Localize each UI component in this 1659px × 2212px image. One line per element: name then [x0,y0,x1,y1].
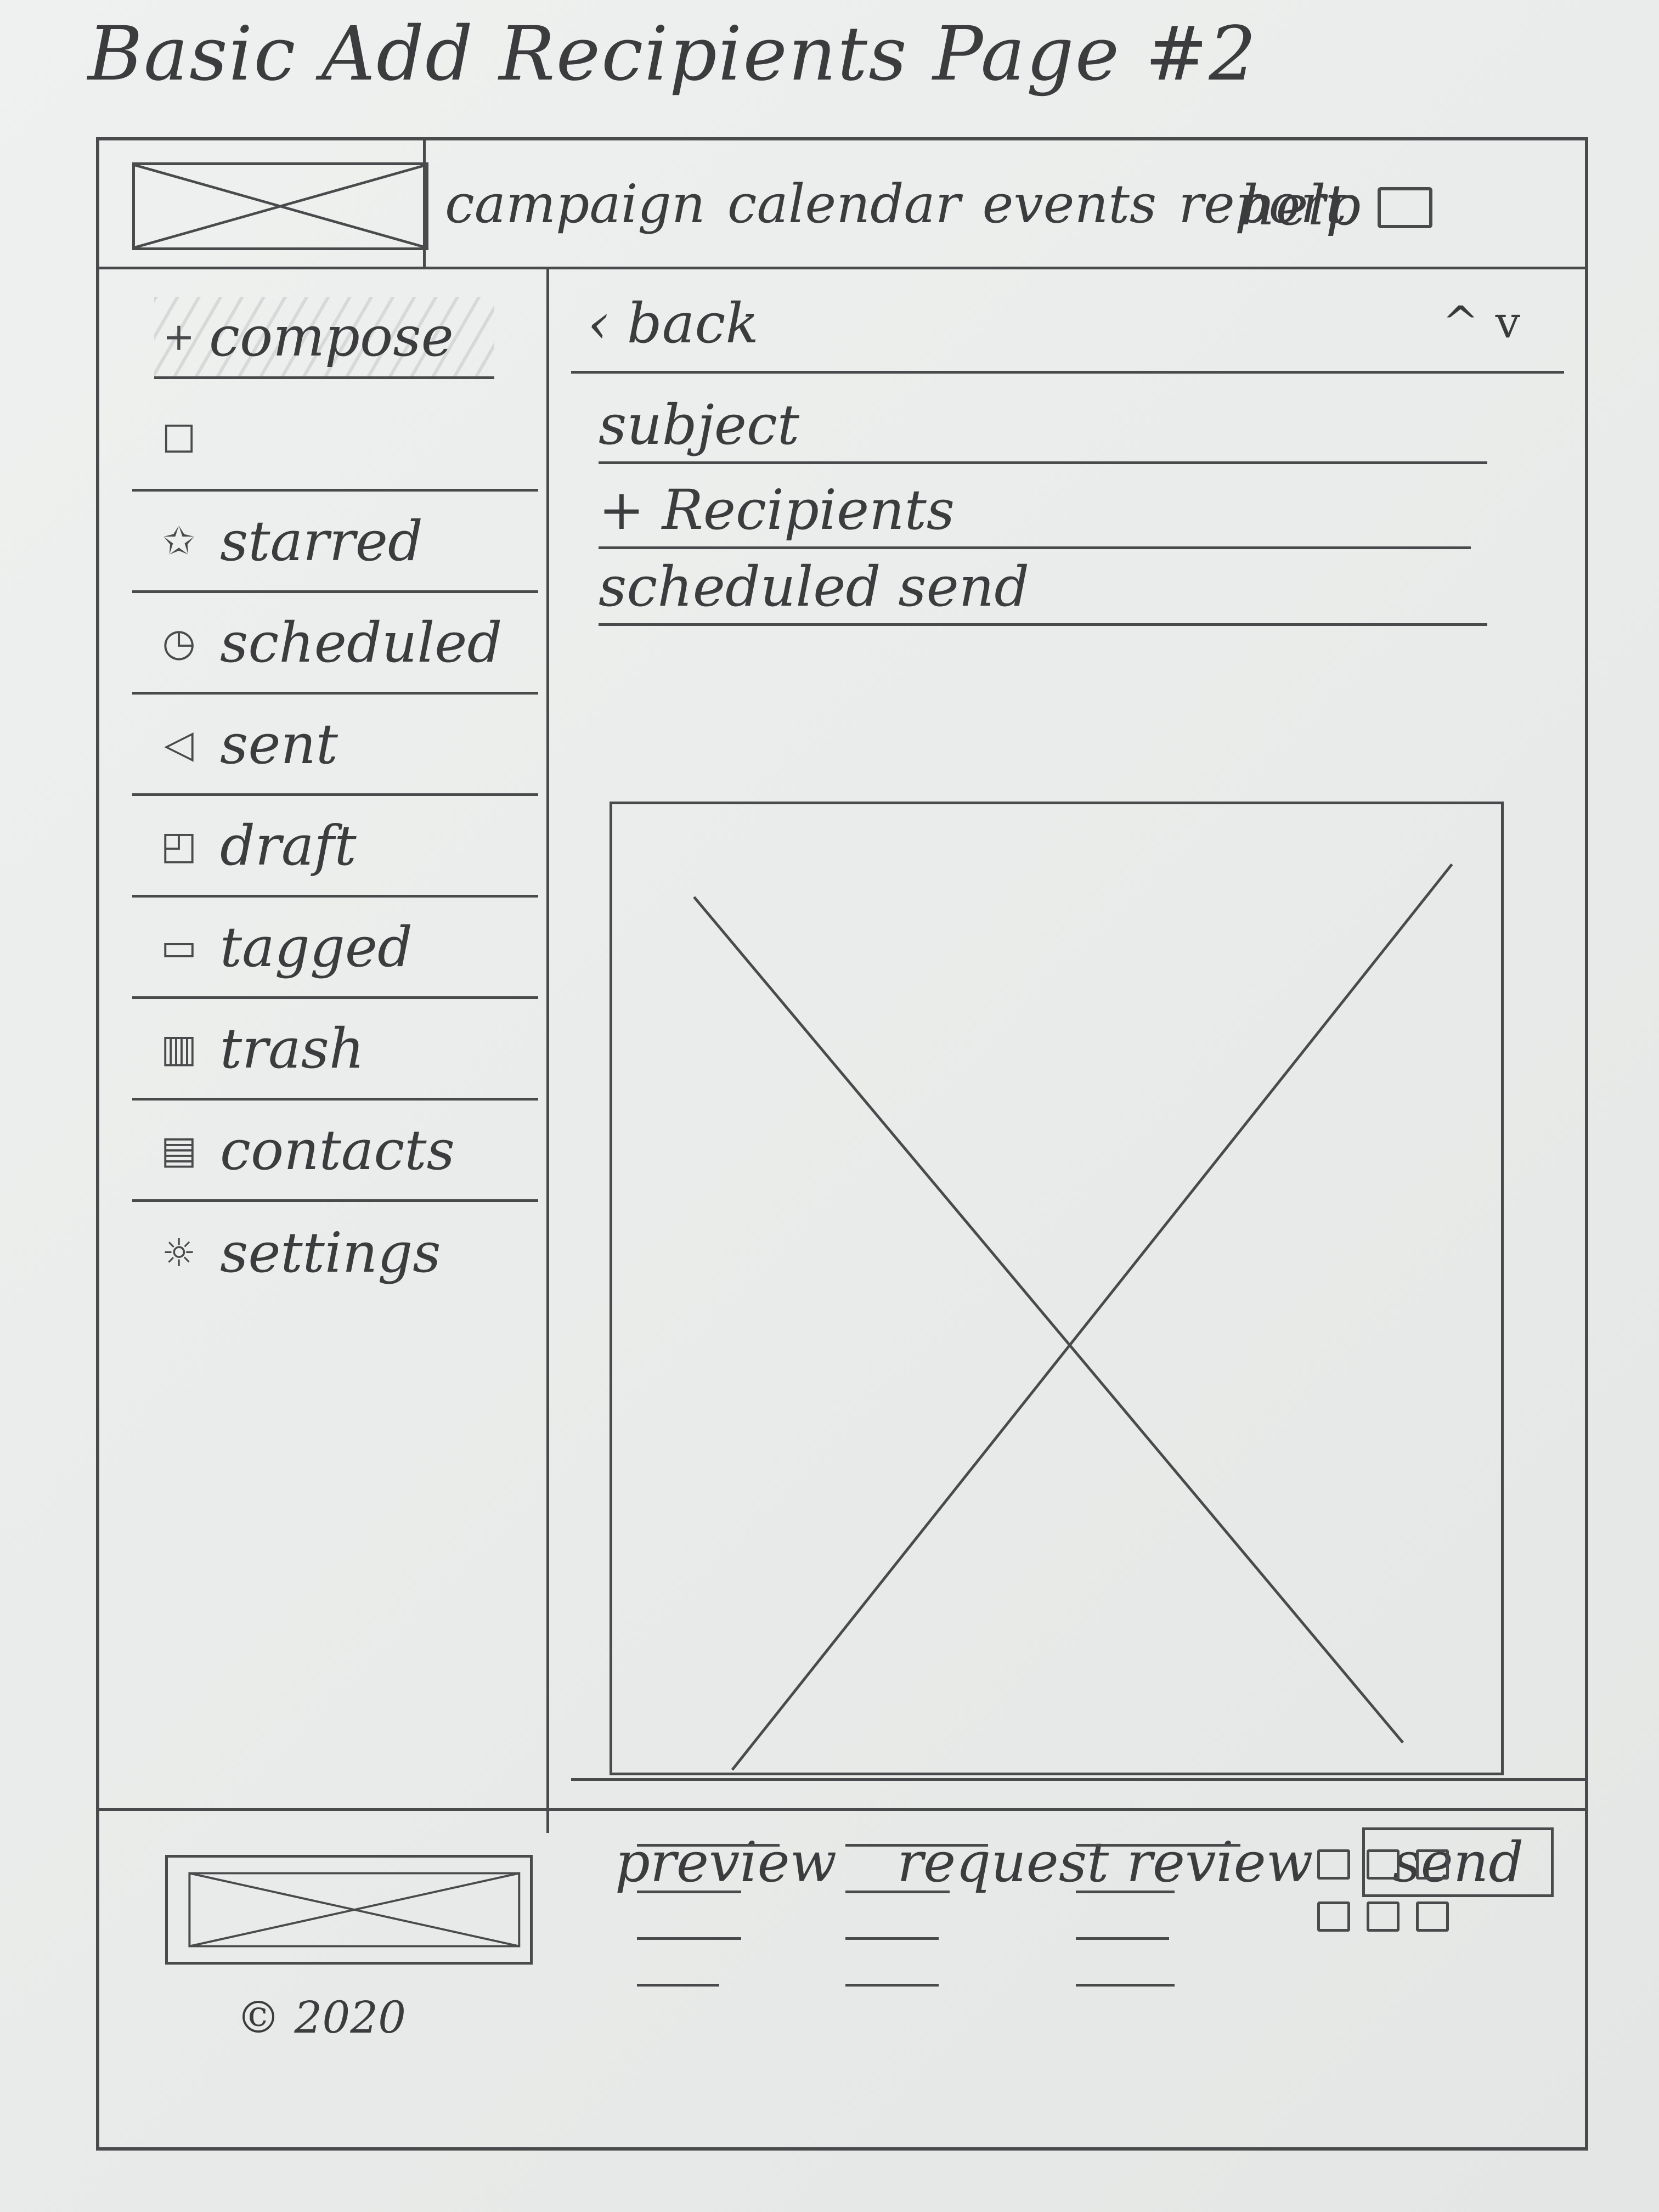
nav-events[interactable]: events [983,173,1157,235]
back-label: back [627,291,759,356]
sidebar-item-label: trash [220,1016,365,1081]
star-icon: ✩ [162,518,195,563]
sidebar-item-trash[interactable]: ▥ trash [132,999,538,1101]
social-icon[interactable] [1317,1849,1350,1880]
sidebar-item-settings[interactable]: ☼ settings [132,1202,538,1304]
sidebar-item-label: settings [220,1221,441,1285]
sidebar: + compose ☐ ✩ starred ◷ scheduled ◁ sent… [99,269,549,1833]
footer-links-1 [637,1844,780,2030]
trash-icon: ▥ [160,1026,198,1071]
sidebar-item-label: contacts [220,1118,455,1182]
back-button[interactable]: ‹ back [588,291,759,356]
contacts-icon: ▤ [160,1127,198,1172]
sidebar-item-tagged[interactable]: ▭ tagged [132,898,538,999]
social-icon[interactable] [1317,1901,1350,1932]
top-header: campaign calendar events report help [99,140,1585,269]
copyright: © 2020 [236,1992,407,2043]
sidebar-item-label: starred [220,509,423,573]
draft-icon: ◰ [160,823,198,868]
page-title: Basic Add Recipients Page #2 [88,11,1257,98]
compose-toolbar: ‹ back ^ v [571,269,1564,374]
sidebar-item-label: scheduled [220,610,503,675]
nav-calendar[interactable]: calendar [727,173,961,235]
nav-arrows: ^ v [1442,297,1520,348]
chevron-down-icon[interactable]: v [1496,297,1520,348]
scheduled-send-field[interactable]: scheduled send [599,549,1487,626]
sidebar-item-starred[interactable]: ✩ starred [132,492,538,593]
plus-icon: + [599,478,662,542]
inbox-icon: ☐ [161,417,196,462]
recipients-label: Recipients [662,478,955,542]
user-icon[interactable] [1378,187,1432,228]
gear-icon: ☼ [161,1230,196,1276]
compose-panel: ‹ back ^ v subject + Recipients schedule… [549,269,1586,1897]
sidebar-item-sent[interactable]: ◁ sent [132,695,538,796]
main-nav: campaign calendar events report [445,173,1347,235]
sidebar-item-inbox[interactable]: ☐ [132,390,538,492]
social-icons [1317,1849,1449,1932]
chevron-up-icon[interactable]: ^ [1442,297,1479,348]
plus-icon: + [162,314,195,359]
clock-icon: ◷ [162,620,196,665]
social-icon[interactable] [1367,1849,1400,1880]
footer: © 2020 [99,1808,1585,2154]
logo-placeholder [132,162,428,250]
app-window: campaign calendar events report help + c… [96,137,1588,2151]
footer-links-3 [1076,1844,1240,2030]
social-icon[interactable] [1416,1849,1449,1880]
sidebar-item-label: sent [220,712,338,776]
add-recipients-field[interactable]: + Recipients [599,472,1471,549]
sidebar-item-scheduled[interactable]: ◷ scheduled [132,593,538,695]
sidebar-item-label: tagged [220,915,413,979]
email-body-placeholder[interactable] [610,802,1504,1775]
footer-logo-placeholder [165,1855,533,1965]
sidebar-item-label: draft [220,813,357,878]
send-icon: ◁ [164,721,194,766]
footer-links-2 [845,1844,988,2030]
compose-label: compose [209,304,454,369]
compose-button[interactable]: + compose [154,297,494,379]
social-icon[interactable] [1416,1901,1449,1932]
nav-campaign[interactable]: campaign [445,173,706,235]
image-placeholder [693,863,1453,1771]
header-divider [423,140,426,269]
tag-icon: ▭ [160,924,198,969]
sidebar-item-contacts[interactable]: ▤ contacts [132,1101,538,1202]
social-icon[interactable] [1367,1901,1400,1932]
help-link[interactable]: help [1240,173,1361,238]
chevron-left-icon: ‹ [588,291,627,356]
sidebar-list: ☐ ✩ starred ◷ scheduled ◁ sent ◰ draft ▭ [132,390,538,1304]
subject-field[interactable]: subject [599,387,1487,464]
sidebar-item-draft[interactable]: ◰ draft [132,796,538,898]
